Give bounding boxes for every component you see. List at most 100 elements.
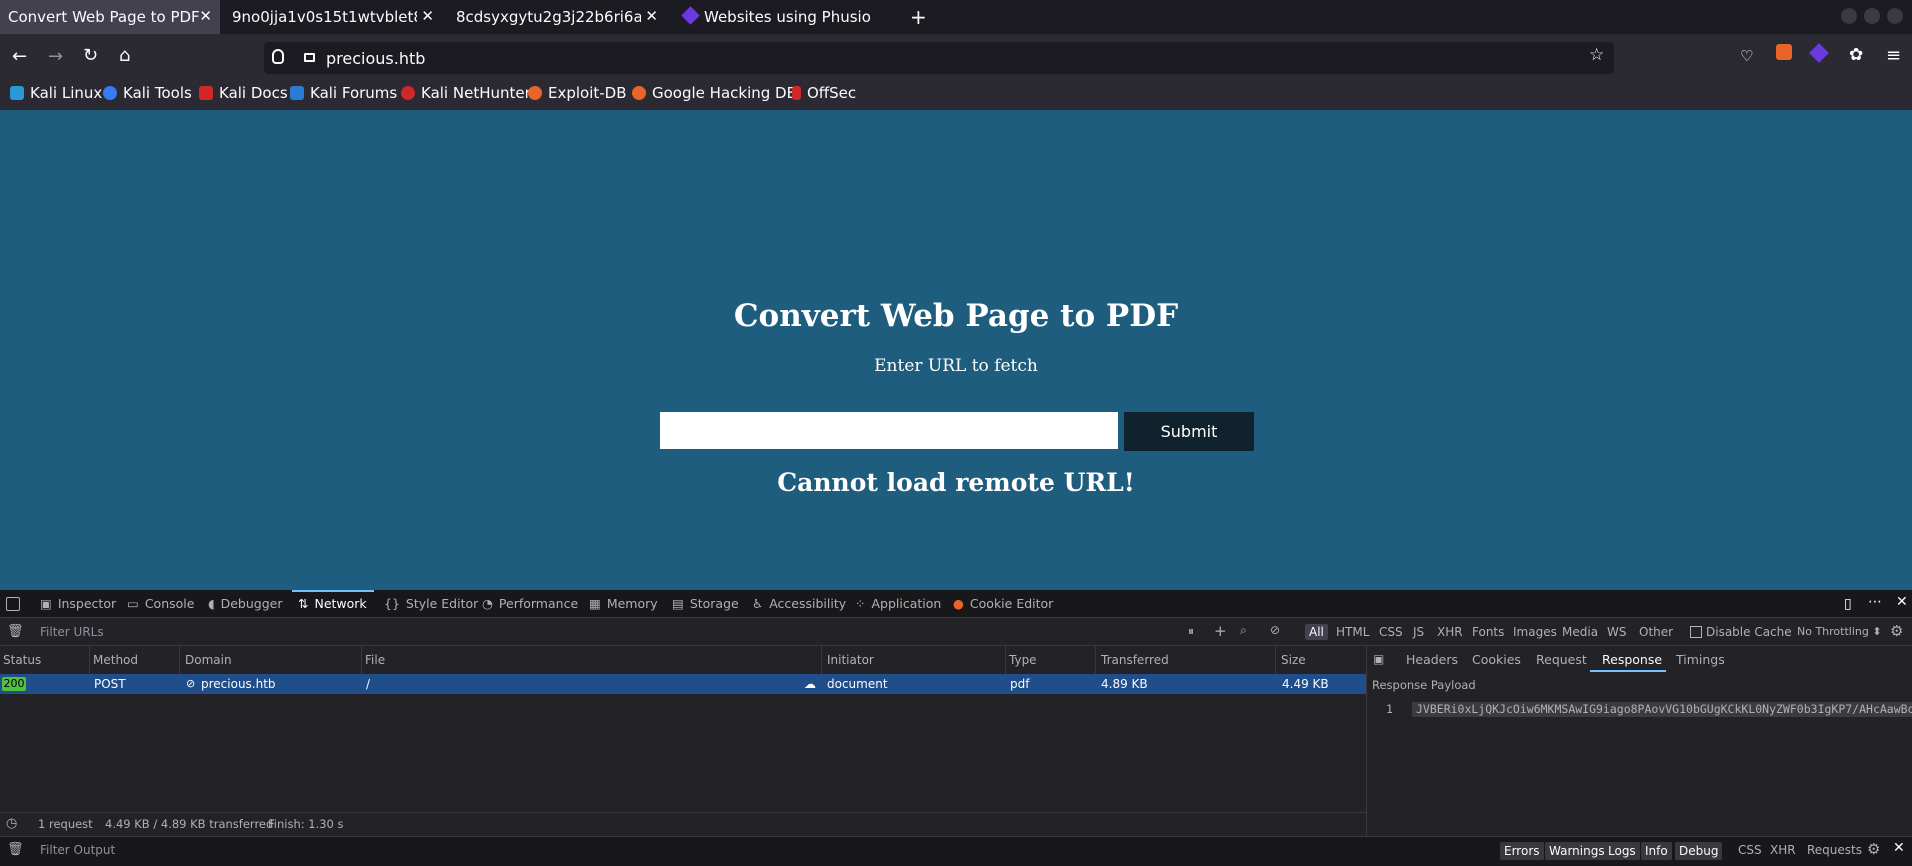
tab-label: 8cdsyxgytu2g3j22b6ri6apmy [456,8,641,26]
add-icon[interactable]: + [1214,622,1227,640]
col-file[interactable]: File [362,646,822,674]
filter-output-input[interactable]: Filter Output [40,843,115,857]
col-initiator[interactable]: Initiator [824,646,1006,674]
console-filter-logs[interactable]: Logs [1604,842,1640,860]
memory-icon: ▦ [589,596,601,611]
bookmark-google-hacking-db[interactable]: Google Hacking DB [632,84,797,102]
bookmark-exploit-db[interactable]: Exploit-DB [528,84,627,102]
home-icon[interactable]: ⌂ [119,45,130,66]
tab-timings[interactable]: Timings [1676,652,1725,667]
nethunter-icon [401,86,415,100]
block-icon[interactable]: ⊘ [1270,623,1280,637]
tab-headers[interactable]: Headers [1406,652,1458,667]
close-console-icon[interactable]: ✕ [1893,840,1905,856]
type-filter-html[interactable]: HTML [1336,625,1369,639]
address-bar[interactable] [264,42,1614,74]
pocket-icon[interactable]: ♡ [1740,47,1753,65]
bookmark-offsec[interactable]: OffSec [792,84,856,102]
maximize-icon[interactable] [1864,8,1880,24]
more-options-icon[interactable]: ⋯ [1868,594,1882,610]
type-filter-images[interactable]: Images [1513,625,1557,639]
type-filter-ws[interactable]: WS [1607,625,1626,639]
bookmark-kali-linux[interactable]: Kali Linux [10,84,102,102]
tab-application[interactable]: ⁘ Application [855,596,941,611]
tab-style-editor[interactable]: {} Style Editor [384,596,478,611]
close-icon[interactable]: ✕ [199,7,212,25]
tab-hash-1[interactable]: 9no0jja1v0s15t1wtvblet8t55c ✕ [224,0,442,34]
bookmark-kali-docs[interactable]: Kali Docs [199,84,288,102]
tab-console[interactable]: ▭ Console [127,596,194,611]
console-filter-errors[interactable]: Errors [1500,842,1544,860]
dock-icon[interactable]: ▯ [1844,596,1852,612]
bookmark-star-icon[interactable]: ☆ [1589,45,1604,65]
tab-inspector[interactable]: ▣ Inspector [40,596,116,611]
type-filter-xhr[interactable]: XHR [1437,625,1463,639]
console-filter-xhr[interactable]: XHR [1770,843,1796,857]
close-window-icon[interactable] [1887,8,1903,24]
col-domain[interactable]: Domain [182,646,362,674]
lock-icon[interactable] [304,53,315,62]
throttling-select[interactable]: No Throttling ⬍ [1797,625,1882,638]
tab-performance[interactable]: ◔ Performance [482,596,578,611]
bookmark-kali-tools[interactable]: Kali Tools [103,84,192,102]
response-payload-text[interactable]: JVBERi0xLjQKJcOiw6MKMSAwIG9iago8PAovVG10… [1412,702,1912,717]
tab-network[interactable]: ⇅ Network [298,596,367,611]
application-icon: ⁘ [855,596,866,611]
tab-hash-2[interactable]: 8cdsyxgytu2g3j22b6ri6apmy ✕ [448,0,666,34]
forward-icon[interactable]: → [48,46,63,67]
toggle-sidebar-icon[interactable]: ▣ [1373,652,1384,666]
type-filter-js[interactable]: JS [1413,625,1424,639]
type-filter-fonts[interactable]: Fonts [1472,625,1504,639]
tab-memory[interactable]: ▦ Memory [589,596,658,611]
tab-convert-web-page[interactable]: Convert Web Page to PDF ✕ [0,0,220,34]
element-picker-icon[interactable] [6,597,20,611]
col-status[interactable]: Status [0,646,90,674]
tab-request[interactable]: Request [1536,652,1587,667]
clear-trash-icon[interactable]: 🗑 [7,624,24,639]
performance-analysis-icon[interactable]: ◷ [6,816,17,831]
console-filter-info[interactable]: Info [1641,842,1672,860]
console-settings-gear-icon[interactable]: ⚙ [1867,840,1880,858]
new-tab-icon[interactable]: + [910,5,927,29]
search-icon[interactable]: ⌕ [1240,623,1247,638]
disable-cache-checkbox[interactable] [1690,626,1702,638]
url-text[interactable]: precious.htb [326,49,425,68]
col-transferred[interactable]: Transferred [1098,646,1276,674]
tab-cookie-editor[interactable]: ● Cookie Editor [953,596,1053,611]
menu-icon[interactable]: ≡ [1886,45,1901,66]
tab-cookies[interactable]: Cookies [1472,652,1521,667]
type-filter-css[interactable]: CSS [1379,625,1403,639]
console-filter-css[interactable]: CSS [1738,843,1762,857]
tab-storage[interactable]: ▤ Storage [672,596,739,611]
minimize-icon[interactable] [1841,8,1857,24]
console-filter-debug[interactable]: Debug [1675,842,1723,860]
url-input[interactable] [660,412,1118,449]
bookmark-kali-forums[interactable]: Kali Forums [290,84,397,102]
clear-console-trash-icon[interactable]: 🗑 [7,842,24,857]
close-icon[interactable]: ✕ [645,7,658,25]
console-filter-requests[interactable]: Requests [1807,843,1862,857]
col-method[interactable]: Method [90,646,180,674]
pause-icon[interactable]: ⏸ [1188,624,1194,639]
col-size[interactable]: Size [1278,646,1366,674]
type-filter-media[interactable]: Media [1562,625,1598,639]
close-icon[interactable]: ✕ [421,7,434,25]
col-type[interactable]: Type [1006,646,1096,674]
type-filter-other[interactable]: Other [1639,625,1673,639]
console-filter-warnings[interactable]: Warnings [1545,842,1609,860]
bookmark-kali-nethunter[interactable]: Kali NetHunter [401,84,531,102]
back-icon[interactable]: ← [12,46,27,67]
reload-icon[interactable]: ↻ [83,45,98,66]
settings-gear-icon[interactable]: ⚙ [1890,622,1903,640]
extensions-icon[interactable]: ✿ [1849,45,1863,65]
close-devtools-icon[interactable]: ✕ [1896,594,1908,610]
submit-button[interactable]: Submit [1124,412,1254,451]
type-filter-all[interactable]: All [1305,624,1328,640]
filter-urls-input[interactable]: Filter URLs [40,625,104,639]
shield-icon[interactable] [272,49,284,64]
tab-accessibility[interactable]: ♿ Accessibility [752,596,846,611]
tab-phusion[interactable]: Websites using Phusion P [680,0,876,34]
tab-debugger[interactable]: ◖ Debugger [208,596,282,611]
tab-response[interactable]: Response [1602,652,1662,667]
burp-extension-icon[interactable] [1776,44,1792,60]
